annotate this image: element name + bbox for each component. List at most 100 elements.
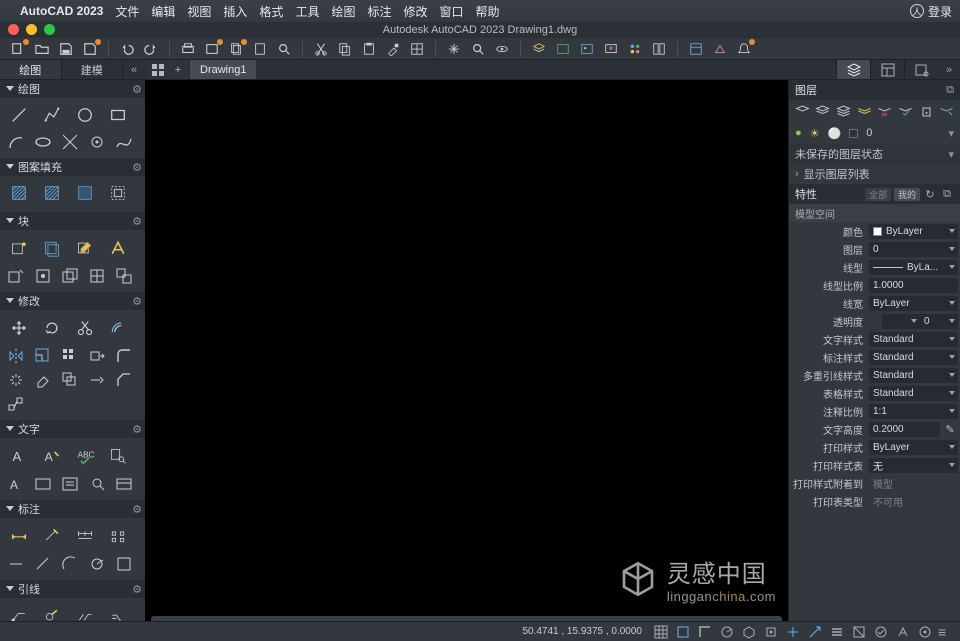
menu-insert[interactable]: 插入 [223, 3, 247, 20]
layer-props-button[interactable] [529, 40, 549, 58]
window-zoom-button[interactable] [44, 24, 55, 35]
prop-color[interactable]: 颜色ByLayer [789, 222, 960, 240]
explode-tool[interactable] [2, 368, 29, 392]
menu-draw[interactable]: 绘图 [331, 3, 355, 20]
palette-collapse-button[interactable]: « [123, 60, 145, 79]
window-minimize-button[interactable] [26, 24, 37, 35]
layer-btn-2[interactable] [814, 102, 833, 120]
properties-button[interactable] [686, 40, 706, 58]
scale-tool[interactable] [29, 344, 56, 368]
create-block-tool[interactable] [35, 232, 68, 264]
offset-tool[interactable] [101, 312, 134, 344]
menu-edit[interactable]: 编辑 [151, 3, 175, 20]
menu-modify[interactable]: 修改 [403, 3, 427, 20]
text-style-tool[interactable]: A [35, 440, 68, 472]
rp-tab-blocks[interactable] [904, 60, 938, 79]
image-button[interactable] [577, 40, 597, 58]
dyn-input-toggle[interactable] [806, 624, 824, 640]
menu-help[interactable]: 帮助 [476, 3, 500, 20]
prop-theight[interactable]: 文字高度0.2000✎ [789, 420, 960, 438]
text-sub5[interactable] [110, 472, 137, 496]
prop-annoscale[interactable]: 注释比例1:1 [789, 402, 960, 420]
menu-window[interactable]: 窗口 [440, 3, 464, 20]
lwt-toggle[interactable] [828, 624, 846, 640]
prop-pstyle[interactable]: 打印样式ByLayer [789, 438, 960, 456]
layer-btn-7[interactable] [917, 102, 936, 120]
prop-ltscale[interactable]: 线型比例1.0000 [789, 276, 960, 294]
cut-button[interactable] [311, 40, 331, 58]
zoom-button[interactable] [468, 40, 488, 58]
erase-tool[interactable] [29, 368, 56, 392]
sync-icon[interactable]: ↻ [923, 188, 937, 201]
pan-button[interactable] [444, 40, 464, 58]
xline-tool[interactable] [56, 130, 83, 154]
prop-lweight[interactable]: 线宽ByLayer [789, 294, 960, 312]
cycling-toggle[interactable] [872, 624, 890, 640]
undo-button[interactable] [117, 40, 137, 58]
grid-toggle[interactable] [652, 624, 670, 640]
hatch-tool[interactable] [2, 178, 35, 208]
fillet-tool[interactable] [110, 344, 137, 368]
app-name-menu[interactable]: AutoCAD 2023 [20, 4, 103, 18]
window-close-button[interactable] [8, 24, 19, 35]
gear-icon[interactable]: ⚙ [132, 161, 142, 174]
osnap-toggle[interactable] [762, 624, 780, 640]
dimension-tool[interactable] [2, 520, 35, 552]
layer-btn-8[interactable] [937, 102, 956, 120]
copy-tool[interactable] [56, 368, 83, 392]
dim-sub2[interactable] [29, 552, 56, 576]
text-sub4[interactable] [83, 472, 110, 496]
array-tool[interactable] [56, 344, 83, 368]
boundary-tool[interactable] [68, 178, 101, 208]
panel-modify-header[interactable]: 修改⚙ [0, 292, 145, 310]
gear-icon[interactable]: ⚙ [132, 583, 142, 596]
panel-block-header[interactable]: 块⚙ [0, 212, 145, 230]
dim-sub1[interactable] [2, 552, 29, 576]
menu-tools[interactable]: 工具 [295, 3, 319, 20]
find-text-tool[interactable] [101, 440, 134, 472]
orbit-button[interactable] [492, 40, 512, 58]
xref-button[interactable] [553, 40, 573, 58]
dim-style-tool[interactable] [35, 520, 68, 552]
layer-btn-4[interactable] [855, 102, 874, 120]
chip-my[interactable]: 我的 [894, 188, 920, 201]
stretch-tool[interactable] [83, 344, 110, 368]
ortho-toggle[interactable] [696, 624, 714, 640]
otrack-toggle[interactable] [784, 624, 802, 640]
insert-block-tool[interactable] [2, 232, 35, 264]
dim-sub5[interactable] [110, 552, 137, 576]
text-sub3[interactable] [56, 472, 83, 496]
snap-toggle[interactable] [674, 624, 692, 640]
copy-button[interactable] [335, 40, 355, 58]
panel-text-header[interactable]: 文字⚙ [0, 420, 145, 438]
paste-button[interactable] [359, 40, 379, 58]
gradient-tool[interactable] [35, 178, 68, 208]
pick-icon[interactable]: ✎ [942, 422, 958, 437]
prop-layer[interactable]: 图层0 [789, 240, 960, 258]
continue-dim-tool[interactable] [68, 520, 101, 552]
prop-ptable[interactable]: 打印样式表无 [789, 456, 960, 474]
region-tool[interactable] [101, 178, 134, 208]
panel-draw-header[interactable]: 绘图⚙ [0, 80, 145, 98]
arc-tool[interactable] [2, 130, 29, 154]
palette-tab-model[interactable]: 建模 [62, 60, 124, 79]
popout-icon[interactable]: ⧉ [940, 188, 954, 201]
dim-sub4[interactable] [83, 552, 110, 576]
menu-file[interactable]: 文件 [115, 3, 139, 20]
block-sub4[interactable] [83, 264, 110, 288]
layer-list-expand[interactable]: 显示图层列表 [789, 164, 960, 184]
move-tool[interactable] [2, 312, 35, 344]
rp-tab-layers[interactable] [836, 60, 870, 79]
transparency-toggle[interactable] [850, 624, 868, 640]
rp-tab-properties[interactable] [870, 60, 904, 79]
chip-all[interactable]: 全部 [865, 188, 891, 201]
new-button[interactable] [8, 40, 28, 58]
page-setup-button[interactable] [250, 40, 270, 58]
publish-button[interactable] [202, 40, 222, 58]
circle-tool[interactable] [68, 100, 101, 130]
login-button[interactable]: 人登录 [910, 3, 952, 20]
prop-tstyle[interactable]: 文字样式Standard [789, 330, 960, 348]
layer-btn-5[interactable] [876, 102, 895, 120]
panel-hatch-header[interactable]: 图案填充⚙ [0, 158, 145, 176]
prop-mlstyle[interactable]: 多重引线样式Standard [789, 366, 960, 384]
